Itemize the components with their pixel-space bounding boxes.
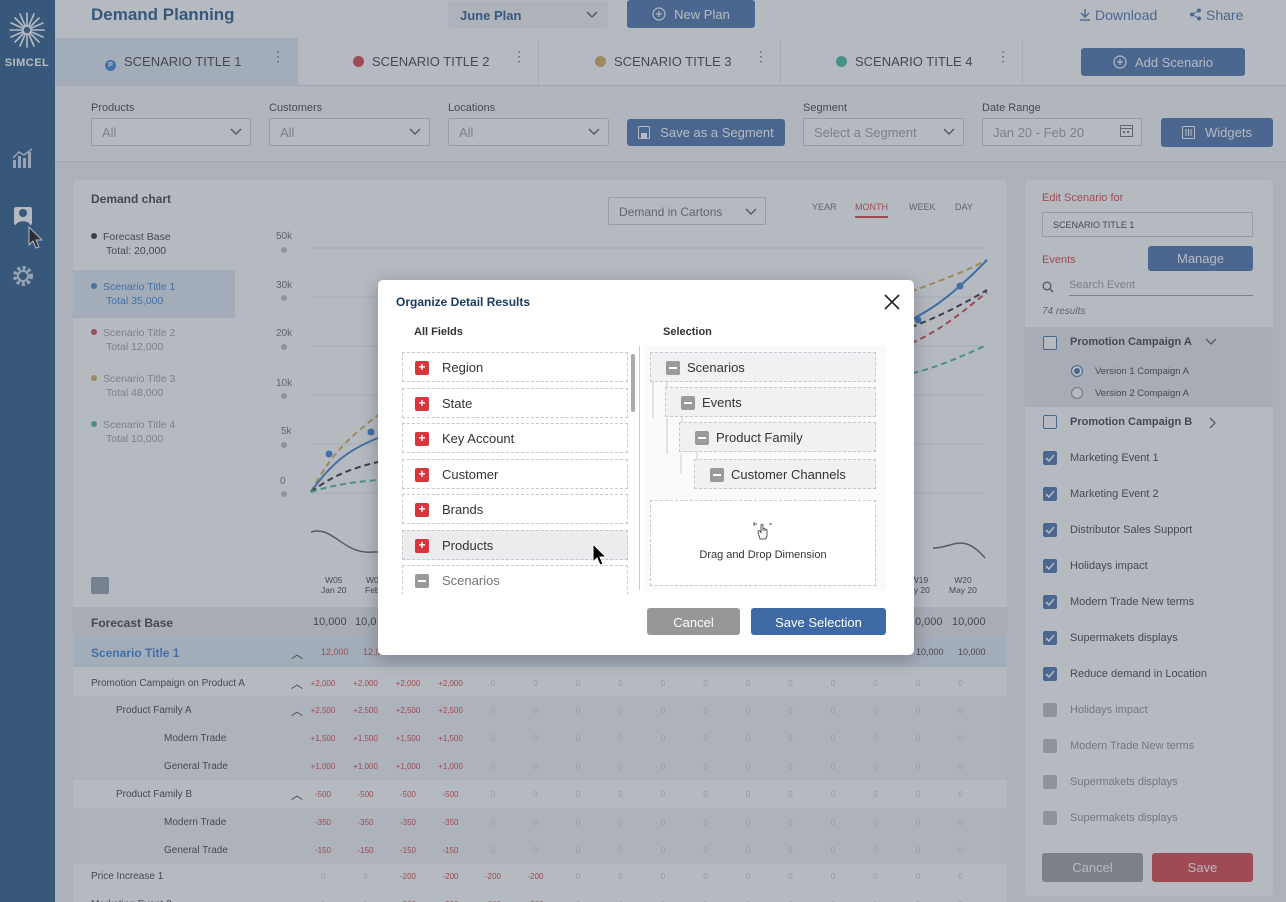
- field-label: Region: [442, 360, 484, 375]
- field-item-scenarios[interactable]: Scenarios: [402, 565, 628, 594]
- field-item-region[interactable]: + Region: [402, 352, 628, 382]
- close-icon[interactable]: [882, 292, 902, 312]
- remove-icon[interactable]: [695, 431, 709, 445]
- field-item-brands[interactable]: + Brands: [402, 494, 628, 524]
- app-root: SIMCEL Demand Planning June Plan New Pla…: [0, 0, 1286, 902]
- field-label: State: [442, 395, 473, 411]
- selection-label: Customer Channels: [731, 467, 846, 482]
- field-label: Key Account: [442, 431, 515, 446]
- selection-header: Selection: [663, 326, 712, 338]
- add-icon[interactable]: +: [415, 503, 429, 517]
- mouse-cursor-icon: [592, 543, 608, 566]
- add-icon[interactable]: +: [415, 538, 429, 553]
- selection-item-scenarios[interactable]: Scenarios: [650, 352, 876, 382]
- all-fields-header: All Fields: [414, 326, 463, 338]
- field-label: Brands: [442, 502, 484, 517]
- selection-label: Scenarios: [687, 360, 745, 375]
- field-label: Customer: [442, 466, 499, 482]
- organize-results-modal: Organize Detail Results All Fields Selec…: [378, 280, 914, 655]
- selection-item-product-family[interactable]: Product Family: [679, 422, 876, 452]
- field-label: Scenarios: [442, 573, 500, 588]
- remove-icon[interactable]: [666, 361, 680, 375]
- save-selection-button[interactable]: Save Selection: [751, 608, 886, 635]
- selection-item-customer-channels[interactable]: Customer Channels: [694, 459, 876, 489]
- modal-cancel-button[interactable]: Cancel: [647, 608, 740, 635]
- field-item-customer[interactable]: + Customer: [402, 458, 628, 489]
- add-icon[interactable]: +: [415, 361, 429, 375]
- remove-icon[interactable]: [415, 574, 429, 588]
- drop-hint: Drag and Drop Dimension: [699, 549, 827, 561]
- drag-hand-icon: [753, 522, 772, 540]
- modal-title: Organize Detail Results: [396, 295, 531, 309]
- drop-zone[interactable]: Drag and Drop Dimension: [650, 500, 876, 586]
- all-fields-scrollbar[interactable]: [631, 354, 635, 412]
- field-item-key-account[interactable]: + Key Account: [402, 423, 628, 453]
- remove-icon[interactable]: [710, 468, 724, 482]
- column-divider: [639, 346, 640, 590]
- remove-icon[interactable]: [681, 396, 695, 410]
- field-label: Products: [442, 537, 494, 553]
- selection-item-events[interactable]: Events: [665, 387, 876, 417]
- add-icon[interactable]: +: [415, 396, 429, 411]
- field-item-state[interactable]: + State: [402, 387, 628, 418]
- add-icon[interactable]: +: [415, 467, 429, 482]
- selection-label: Events: [702, 395, 742, 410]
- add-icon[interactable]: +: [415, 432, 429, 446]
- selection-label: Product Family: [716, 430, 803, 445]
